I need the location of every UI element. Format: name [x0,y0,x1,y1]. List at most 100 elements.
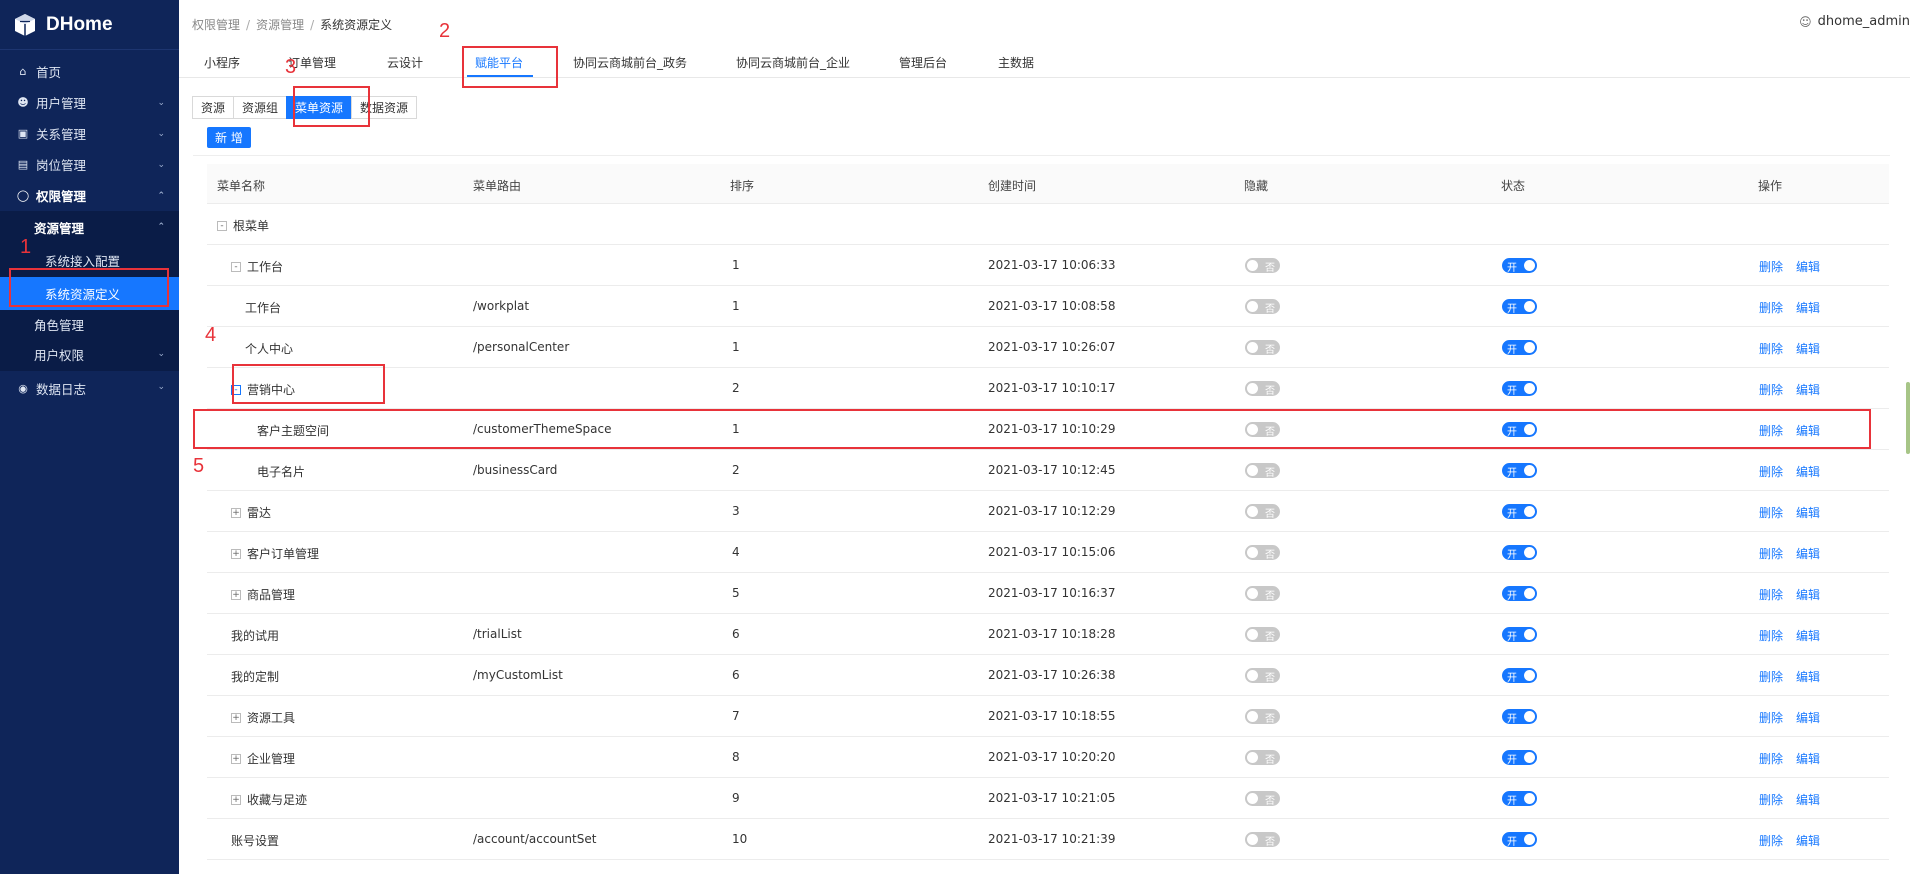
switch-knob [1247,793,1258,804]
edit-link[interactable]: 编辑 [1796,340,1820,357]
table-row-root: - 根菜单 [207,204,1889,245]
tab-master-data[interactable]: 主数据 [998,54,1034,71]
sidebar-item-relation-management[interactable]: ▣ 关系管理 ⌄ [0,118,179,149]
expand-toggle[interactable]: - [231,261,241,272]
status-switch[interactable]: 开 [1502,668,1537,684]
status-switch[interactable]: 开 [1502,463,1537,479]
subtab-resource-group[interactable]: 资源组 [233,96,288,119]
hidden-switch[interactable]: 否 [1245,627,1280,643]
hidden-switch[interactable]: 否 [1245,258,1280,274]
edit-link[interactable]: 编辑 [1796,832,1820,849]
hidden-switch[interactable]: 否 [1245,832,1280,848]
hidden-switch[interactable]: 否 [1245,545,1280,561]
edit-link[interactable]: 编辑 [1796,668,1820,685]
delete-link[interactable]: 删除 [1759,586,1783,603]
breadcrumb-item[interactable]: 权限管理 [192,18,240,32]
status-switch[interactable]: 开 [1502,340,1537,356]
menu-name: 工作台 [247,260,284,274]
edit-link[interactable]: 编辑 [1796,463,1820,480]
menu-sort: 2 [732,381,740,395]
sidebar-item-home[interactable]: ⌂ 首页 [0,56,179,87]
menu-name-cell: 个人中心 [245,340,293,357]
sidebar-item-post-management[interactable]: ▤ 岗位管理 ⌄ [0,149,179,180]
user-menu[interactable]: ☺ dhome_admin [1799,14,1910,29]
hidden-switch[interactable]: 否 [1245,668,1280,684]
sidebar-item-permission-management[interactable]: ◯ 权限管理 ⌃ [0,180,179,211]
sidebar-item-role-management[interactable]: 角色管理 [0,310,179,338]
collapse-toggle[interactable]: - [217,220,227,231]
expand-toggle[interactable]: + [231,753,241,764]
hidden-switch[interactable]: 否 [1245,299,1280,315]
expand-toggle[interactable]: + [231,507,241,518]
switch-label: 否 [1265,386,1275,397]
menu-route: /myCustomList [473,668,563,682]
status-switch[interactable]: 开 [1502,504,1537,520]
status-switch[interactable]: 开 [1502,750,1537,766]
tab-cloud-design[interactable]: 云设计 [387,54,423,71]
expand-toggle[interactable]: + [231,548,241,559]
edit-link[interactable]: 编辑 [1796,545,1820,562]
edit-link[interactable]: 编辑 [1796,627,1820,644]
delete-link[interactable]: 删除 [1759,463,1783,480]
delete-link[interactable]: 删除 [1759,299,1783,316]
sidebar-item-user-permission[interactable]: 用户权限 ⌄ [0,338,179,371]
status-switch[interactable]: 开 [1502,791,1537,807]
sidebar-item-data-log[interactable]: ◉ 数据日志 ⌄ [0,371,179,405]
status-switch[interactable]: 开 [1502,381,1537,397]
status-switch[interactable]: 开 [1502,258,1537,274]
subtab-resource[interactable]: 资源 [192,96,235,119]
switch-knob [1247,752,1258,763]
status-switch[interactable]: 开 [1502,586,1537,602]
delete-link[interactable]: 删除 [1759,340,1783,357]
tab-mini-program[interactable]: 小程序 [204,54,240,71]
add-button[interactable]: 新 增 [207,127,251,148]
status-switch[interactable]: 开 [1502,627,1537,643]
edit-link[interactable]: 编辑 [1796,299,1820,316]
delete-link[interactable]: 删除 [1759,627,1783,644]
hidden-switch[interactable]: 否 [1245,381,1280,397]
delete-link[interactable]: 删除 [1759,668,1783,685]
table-row: 个人中心/personalCenter 1 2021-03-17 10:26:07 否… [207,327,1889,368]
expand-toggle[interactable]: + [231,794,241,805]
status-switch[interactable]: 开 [1502,299,1537,315]
edit-link[interactable]: 编辑 [1796,709,1820,726]
delete-link[interactable]: 删除 [1759,258,1783,275]
hidden-switch[interactable]: 否 [1245,750,1280,766]
hidden-switch[interactable]: 否 [1245,463,1280,479]
breadcrumb-item[interactable]: 资源管理 [256,18,304,32]
edit-link[interactable]: 编辑 [1796,258,1820,275]
hidden-switch[interactable]: 否 [1245,504,1280,520]
switch-knob [1524,834,1535,845]
edit-link[interactable]: 编辑 [1796,750,1820,767]
delete-link[interactable]: 删除 [1759,832,1783,849]
hidden-switch[interactable]: 否 [1245,586,1280,602]
edit-link[interactable]: 编辑 [1796,504,1820,521]
tab-cloud-mall-enterprise[interactable]: 协同云商城前台_企业 [736,54,850,71]
expand-toggle[interactable]: + [231,712,241,723]
status-switch[interactable]: 开 [1502,545,1537,561]
edit-link[interactable]: 编辑 [1796,586,1820,603]
delete-link[interactable]: 删除 [1759,709,1783,726]
switch-label: 否 [1265,304,1275,315]
edit-link[interactable]: 编辑 [1796,791,1820,808]
app-logo[interactable]: DHome [0,0,179,50]
annotation-box-4 [232,364,385,404]
tab-cloud-mall-government[interactable]: 协同云商城前台_政务 [573,54,687,71]
sidebar-item-user-management[interactable]: ☻ 用户管理 ⌄ [0,87,179,118]
hidden-switch[interactable]: 否 [1245,709,1280,725]
edit-link[interactable]: 编辑 [1796,381,1820,398]
status-switch[interactable]: 开 [1502,832,1537,848]
hidden-switch[interactable]: 否 [1245,340,1280,356]
scroll-handle[interactable] [1906,382,1910,454]
delete-link[interactable]: 删除 [1759,545,1783,562]
delete-link[interactable]: 删除 [1759,791,1783,808]
delete-link[interactable]: 删除 [1759,504,1783,521]
menu-name: 雷达 [247,506,272,520]
switch-knob [1247,834,1258,845]
expand-toggle[interactable]: + [231,589,241,600]
status-switch[interactable]: 开 [1502,709,1537,725]
hidden-switch[interactable]: 否 [1245,791,1280,807]
tab-admin-backend[interactable]: 管理后台 [899,54,947,71]
delete-link[interactable]: 删除 [1759,381,1783,398]
delete-link[interactable]: 删除 [1759,750,1783,767]
